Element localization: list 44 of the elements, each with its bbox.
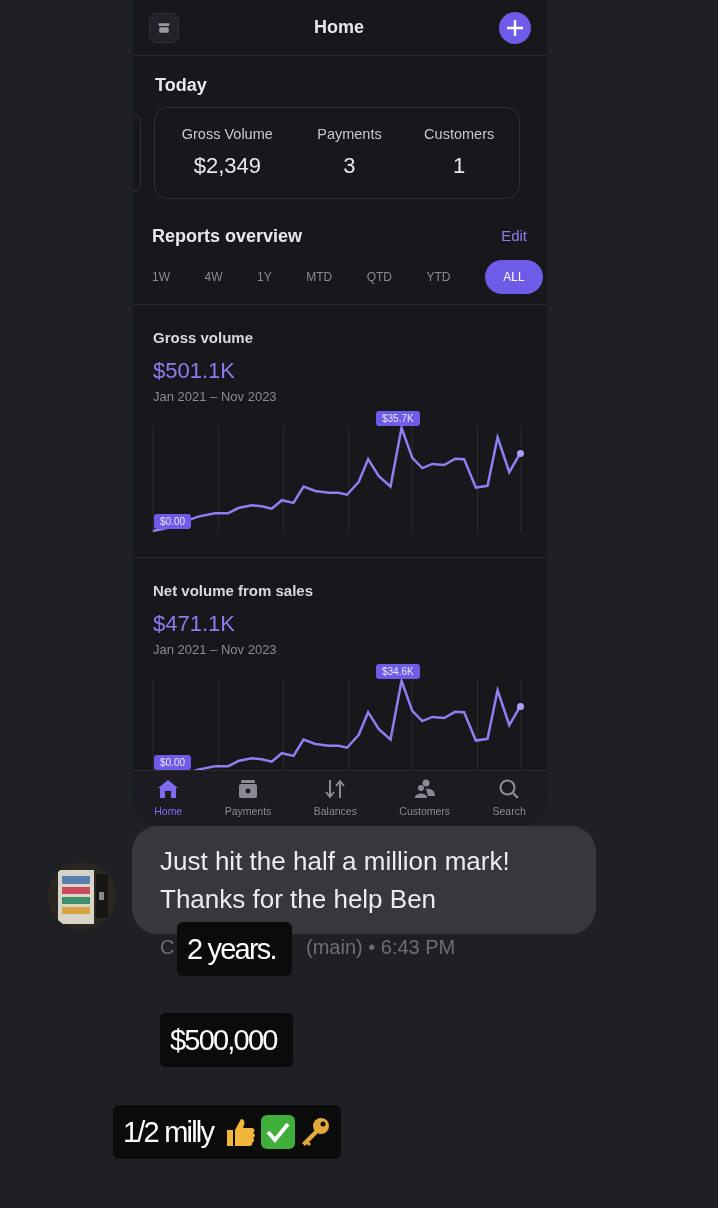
chart-period: Jan 2021 – Nov 2023	[153, 387, 278, 406]
caption-sticker: 1/2 milly	[113, 1105, 342, 1159]
stat-value: 3	[343, 152, 356, 181]
page-title: Home	[314, 16, 364, 39]
sender-name: C	[160, 935, 175, 960]
range-tab[interactable]: YTD	[426, 260, 451, 294]
caption-sticker: 2 years.	[177, 922, 292, 976]
range-tab[interactable]: QTD	[366, 260, 392, 294]
end-point-dot	[517, 703, 524, 710]
message-bubble: Just hit the half a million mark! Thanks for the help Ben	[132, 826, 596, 934]
section-title: Reports overview	[152, 225, 303, 248]
stat-label: Gross Volume	[181, 124, 273, 144]
plus-icon	[506, 18, 524, 37]
nav-tab[interactable]: Payments	[224, 777, 272, 820]
min-value-label: $0.00	[154, 514, 192, 529]
add-button[interactable]	[499, 11, 531, 44]
caption-sticker: $500,000	[160, 1013, 293, 1067]
stat-value: $2,349	[193, 152, 261, 181]
edit-link[interactable]: Edit	[501, 225, 527, 248]
range-tab[interactable]: ALL	[484, 260, 543, 294]
chart-title: Gross volume	[153, 328, 255, 348]
chart-total: $471.1K	[153, 609, 236, 638]
stat-value: 1	[453, 152, 466, 181]
range-tab[interactable]: MTD	[306, 260, 333, 294]
store-button[interactable]	[149, 12, 179, 43]
chart-period: Jan 2021 – Nov 2023	[153, 640, 278, 659]
check-icon	[261, 1115, 296, 1149]
stat-label: Payments	[317, 124, 382, 144]
stat-label: Customers	[424, 124, 495, 144]
nav-tab[interactable]: Customers	[399, 777, 451, 820]
range-tab[interactable]: 1Y	[256, 260, 272, 294]
range-tab[interactable]: 4W	[204, 260, 223, 294]
nav-tab[interactable]: Balances	[313, 777, 357, 820]
max-value-label: $34.6K	[376, 664, 420, 679]
message-meta: (main) • 6:43 PM	[306, 935, 456, 960]
range-tab[interactable]: 1W	[152, 260, 170, 294]
chart-title: Net volume from sales	[153, 581, 315, 601]
nav-tab[interactable]: Search	[492, 777, 526, 820]
nav-tab[interactable]: Home	[154, 777, 183, 820]
section-title: Today	[154, 74, 208, 97]
chart-total: $501.1K	[153, 356, 236, 385]
max-value-label: $35.7K	[376, 411, 420, 426]
end-point-dot	[517, 450, 524, 457]
min-value-label: $0.00	[154, 755, 192, 770]
